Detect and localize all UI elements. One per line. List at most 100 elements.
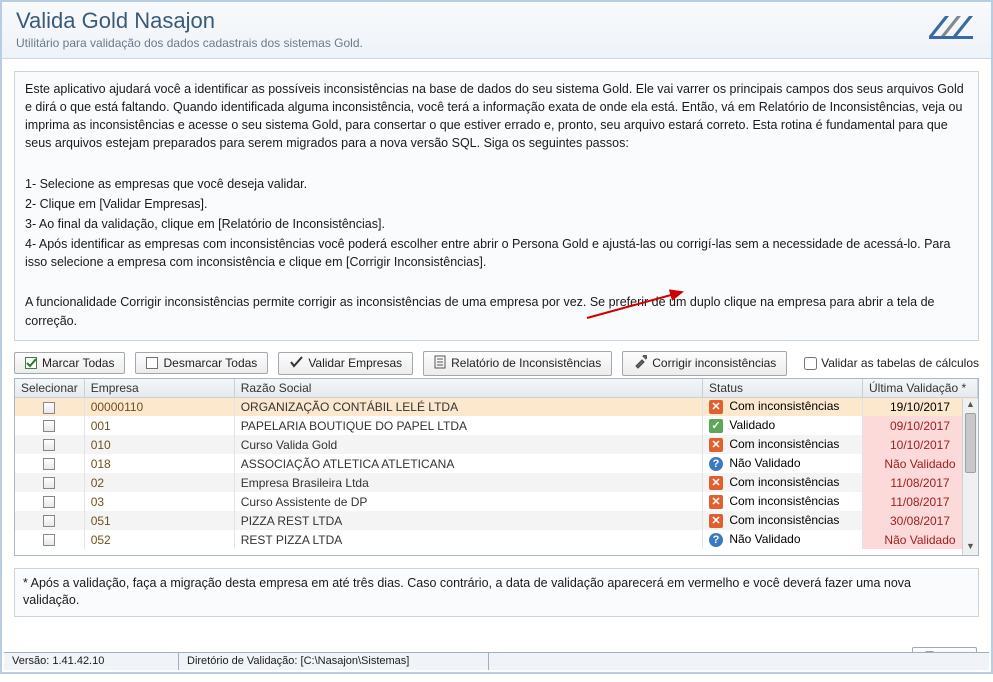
relatorio-button[interactable]: Relatório de Inconsistências xyxy=(423,351,612,376)
row-empresa: 010 xyxy=(84,435,234,454)
row-select-cell[interactable] xyxy=(15,492,84,511)
relatorio-label: Relatório de Inconsistências xyxy=(451,356,601,370)
row-status-label: Validado xyxy=(726,418,775,432)
app-subtitle: Utilitário para validação dos dados cada… xyxy=(16,36,977,50)
validar-empresas-label: Validar Empresas xyxy=(308,356,402,370)
row-status-label: Com inconsistências xyxy=(726,513,839,527)
row-status: ✓ Validado xyxy=(703,416,863,435)
intro-step-4: 4- Após identificar as empresas com inco… xyxy=(25,235,968,271)
row-ultima-validacao: Não Validado xyxy=(863,454,978,473)
status-empty xyxy=(489,653,989,670)
col-razao[interactable]: Razão Social xyxy=(234,379,702,398)
row-razao: Curso Valida Gold xyxy=(234,435,702,454)
row-select-cell[interactable] xyxy=(15,511,84,530)
empty-check-icon xyxy=(146,357,158,369)
row-status-label: Não Validado xyxy=(726,456,801,470)
validar-tabelas-checkbox[interactable]: Validar as tabelas de cálculos xyxy=(804,356,979,370)
row-checkbox[interactable] xyxy=(43,534,55,546)
desmarcar-todas-label: Desmarcar Todas xyxy=(163,356,257,370)
table-row[interactable]: 001PAPELARIA BOUTIQUE DO PAPEL LTDA✓ Val… xyxy=(15,416,978,435)
status-error-icon: ✕ xyxy=(709,476,723,490)
row-select-cell[interactable] xyxy=(15,454,84,473)
scroll-down-icon[interactable]: ▼ xyxy=(963,541,978,555)
status-error-icon: ✕ xyxy=(709,514,723,528)
row-status-label: Com inconsistências xyxy=(726,437,839,451)
row-select-cell[interactable] xyxy=(15,530,84,549)
row-checkbox[interactable] xyxy=(43,477,55,489)
table-row[interactable]: 051PIZZA REST LTDA✕ Com inconsistências3… xyxy=(15,511,978,530)
row-checkbox[interactable] xyxy=(43,439,55,451)
table-row[interactable]: 010Curso Valida Gold✕ Com inconsistência… xyxy=(15,435,978,454)
empresas-grid[interactable]: Selecionar Empresa Razão Social Status Ú… xyxy=(15,379,978,550)
row-status: ? Não Validado xyxy=(703,530,863,549)
row-empresa: 018 xyxy=(84,454,234,473)
validar-tabelas-label: Validar as tabelas de cálculos xyxy=(821,356,979,370)
row-status: ✕ Com inconsistências xyxy=(703,397,863,416)
table-row[interactable]: 03Curso Assistente de DP✕ Com inconsistê… xyxy=(15,492,978,511)
empresas-grid-wrap: Selecionar Empresa Razão Social Status Ú… xyxy=(14,378,979,556)
app-header: Valida Gold Nasajon Utilitário para vali… xyxy=(2,2,991,59)
status-error-icon: ✕ xyxy=(709,438,723,452)
row-empresa: 001 xyxy=(84,416,234,435)
status-bar: Versão: 1.41.42.10 Diretório de Validaçã… xyxy=(4,652,989,670)
row-status: ✕ Com inconsistências xyxy=(703,473,863,492)
table-row[interactable]: 018ASSOCIAÇÃO ATLETICA ATLETICANA? Não V… xyxy=(15,454,978,473)
checkmark-icon xyxy=(289,356,303,371)
row-ultima-validacao: Não Validado xyxy=(863,530,978,549)
row-select-cell[interactable] xyxy=(15,435,84,454)
tools-icon xyxy=(633,355,647,372)
row-select-cell[interactable] xyxy=(15,397,84,416)
table-row[interactable]: 052REST PIZZA LTDA? Não ValidadoNão Vali… xyxy=(15,530,978,549)
row-ultima-validacao: 19/10/2017 xyxy=(863,397,978,416)
row-razao: PIZZA REST LTDA xyxy=(234,511,702,530)
row-status: ✕ Com inconsistências xyxy=(703,492,863,511)
status-diretorio: Diretório de Validação: [C:\Nasajon\Sist… xyxy=(179,653,489,670)
corrigir-button[interactable]: Corrigir inconsistências xyxy=(622,351,787,376)
check-icon xyxy=(25,357,37,369)
status-unknown-icon: ? xyxy=(709,533,723,547)
row-status: ? Não Validado xyxy=(703,454,863,473)
toolbar: Marcar Todas Desmarcar Todas Validar Emp… xyxy=(14,351,979,376)
validar-empresas-button[interactable]: Validar Empresas xyxy=(278,352,413,375)
scroll-up-icon[interactable]: ▲ xyxy=(963,399,978,413)
row-ultima-validacao: 11/08/2017 xyxy=(863,473,978,492)
col-empresa[interactable]: Empresa xyxy=(84,379,234,398)
col-ultima-validacao[interactable]: Última Validação * xyxy=(863,379,978,398)
row-empresa: 051 xyxy=(84,511,234,530)
intro-step-1: 1- Selecione as empresas que você deseja… xyxy=(25,175,968,193)
table-row[interactable]: 02Empresa Brasileira Ltda✕ Com inconsist… xyxy=(15,473,978,492)
row-status: ✕ Com inconsistências xyxy=(703,435,863,454)
col-selecionar[interactable]: Selecionar xyxy=(15,379,84,398)
intro-step-3: 3- Ao final da validação, clique em [Rel… xyxy=(25,215,968,233)
row-status-label: Não Validado xyxy=(726,532,801,546)
row-select-cell[interactable] xyxy=(15,473,84,492)
marcar-todas-label: Marcar Todas xyxy=(42,356,114,370)
row-empresa: 02 xyxy=(84,473,234,492)
table-row[interactable]: 00000110ORGANIZAÇÃO CONTÁBIL LELÉ LTDA✕ … xyxy=(15,397,978,416)
col-status[interactable]: Status xyxy=(703,379,863,398)
row-status-label: Com inconsistências xyxy=(726,494,839,508)
row-status: ✕ Com inconsistências xyxy=(703,511,863,530)
row-razao: ASSOCIAÇÃO ATLETICA ATLETICANA xyxy=(234,454,702,473)
grid-header-row: Selecionar Empresa Razão Social Status Ú… xyxy=(15,379,978,398)
row-razao: REST PIZZA LTDA xyxy=(234,530,702,549)
row-status-label: Com inconsistências xyxy=(726,475,839,489)
row-empresa: 00000110 xyxy=(84,397,234,416)
validar-tabelas-input[interactable] xyxy=(804,357,817,370)
grid-scrollbar[interactable]: ▲ ▼ xyxy=(962,399,978,555)
row-checkbox[interactable] xyxy=(43,402,55,414)
row-checkbox[interactable] xyxy=(43,458,55,470)
desmarcar-todas-button[interactable]: Desmarcar Todas xyxy=(135,352,268,374)
row-checkbox[interactable] xyxy=(43,420,55,432)
intro-panel: Este aplicativo ajudará você a identific… xyxy=(14,71,979,341)
row-ultima-validacao: 30/08/2017 xyxy=(863,511,978,530)
report-icon xyxy=(434,355,446,372)
intro-text-2: A funcionalidade Corrigir inconsistência… xyxy=(25,293,968,329)
row-checkbox[interactable] xyxy=(43,496,55,508)
status-error-icon: ✕ xyxy=(709,400,723,414)
intro-text-1: Este aplicativo ajudará você a identific… xyxy=(25,80,968,153)
marcar-todas-button[interactable]: Marcar Todas xyxy=(14,352,125,374)
scroll-thumb[interactable] xyxy=(965,413,976,473)
row-checkbox[interactable] xyxy=(43,515,55,527)
row-select-cell[interactable] xyxy=(15,416,84,435)
